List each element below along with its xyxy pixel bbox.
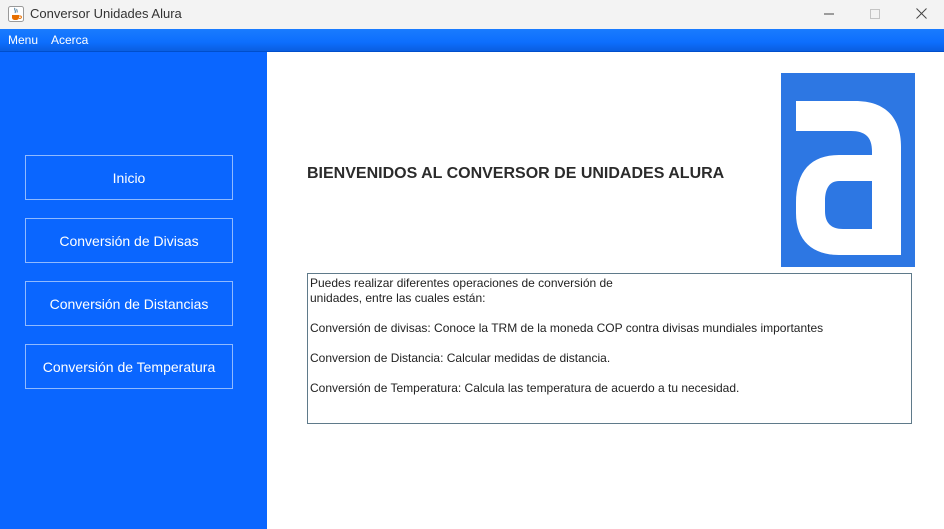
window-title: Conversor Unidades Alura <box>30 6 182 21</box>
inicio-button[interactable]: Inicio <box>25 155 233 200</box>
menu-item-menu[interactable]: Menu <box>8 33 38 48</box>
close-button[interactable] <box>898 0 944 29</box>
welcome-heading: BIENVENIDOS AL CONVERSOR DE UNIDADES ALU… <box>307 165 725 182</box>
main-panel: BIENVENIDOS AL CONVERSOR DE UNIDADES ALU… <box>267 52 944 529</box>
info-line: Conversión de divisas: Conoce la TRM de … <box>310 321 824 335</box>
close-icon <box>915 6 927 24</box>
info-line: Conversion de Distancia: Calcular medida… <box>310 351 611 365</box>
app-window: Conversor Unidades Alura Menu Acerca Ini… <box>0 0 944 529</box>
maximize-button[interactable] <box>852 0 898 29</box>
menu-item-acerca[interactable]: Acerca <box>51 33 88 48</box>
info-line: unidades, entre las cuales están: <box>310 291 486 305</box>
info-line: Puedes realizar diferentes operaciones d… <box>310 276 613 290</box>
minimize-icon <box>824 6 834 24</box>
menu-bar: Menu Acerca <box>0 29 944 52</box>
maximize-icon <box>870 6 880 24</box>
info-textarea[interactable]: Puedes realizar diferentes operaciones d… <box>307 273 912 424</box>
minimize-button[interactable] <box>806 0 852 29</box>
alura-logo <box>781 73 915 267</box>
conversion-distancias-button[interactable]: Conversión de Distancias <box>25 281 233 326</box>
sidebar: Inicio Conversión de Divisas Conversión … <box>0 52 267 529</box>
title-bar[interactable]: Conversor Unidades Alura <box>0 0 944 29</box>
info-line: Conversión de Temperatura: Calcula las t… <box>310 381 740 395</box>
conversion-divisas-button[interactable]: Conversión de Divisas <box>25 218 233 263</box>
java-cup-icon[interactable] <box>8 6 24 22</box>
conversion-temperatura-button[interactable]: Conversión de Temperatura <box>25 344 233 389</box>
